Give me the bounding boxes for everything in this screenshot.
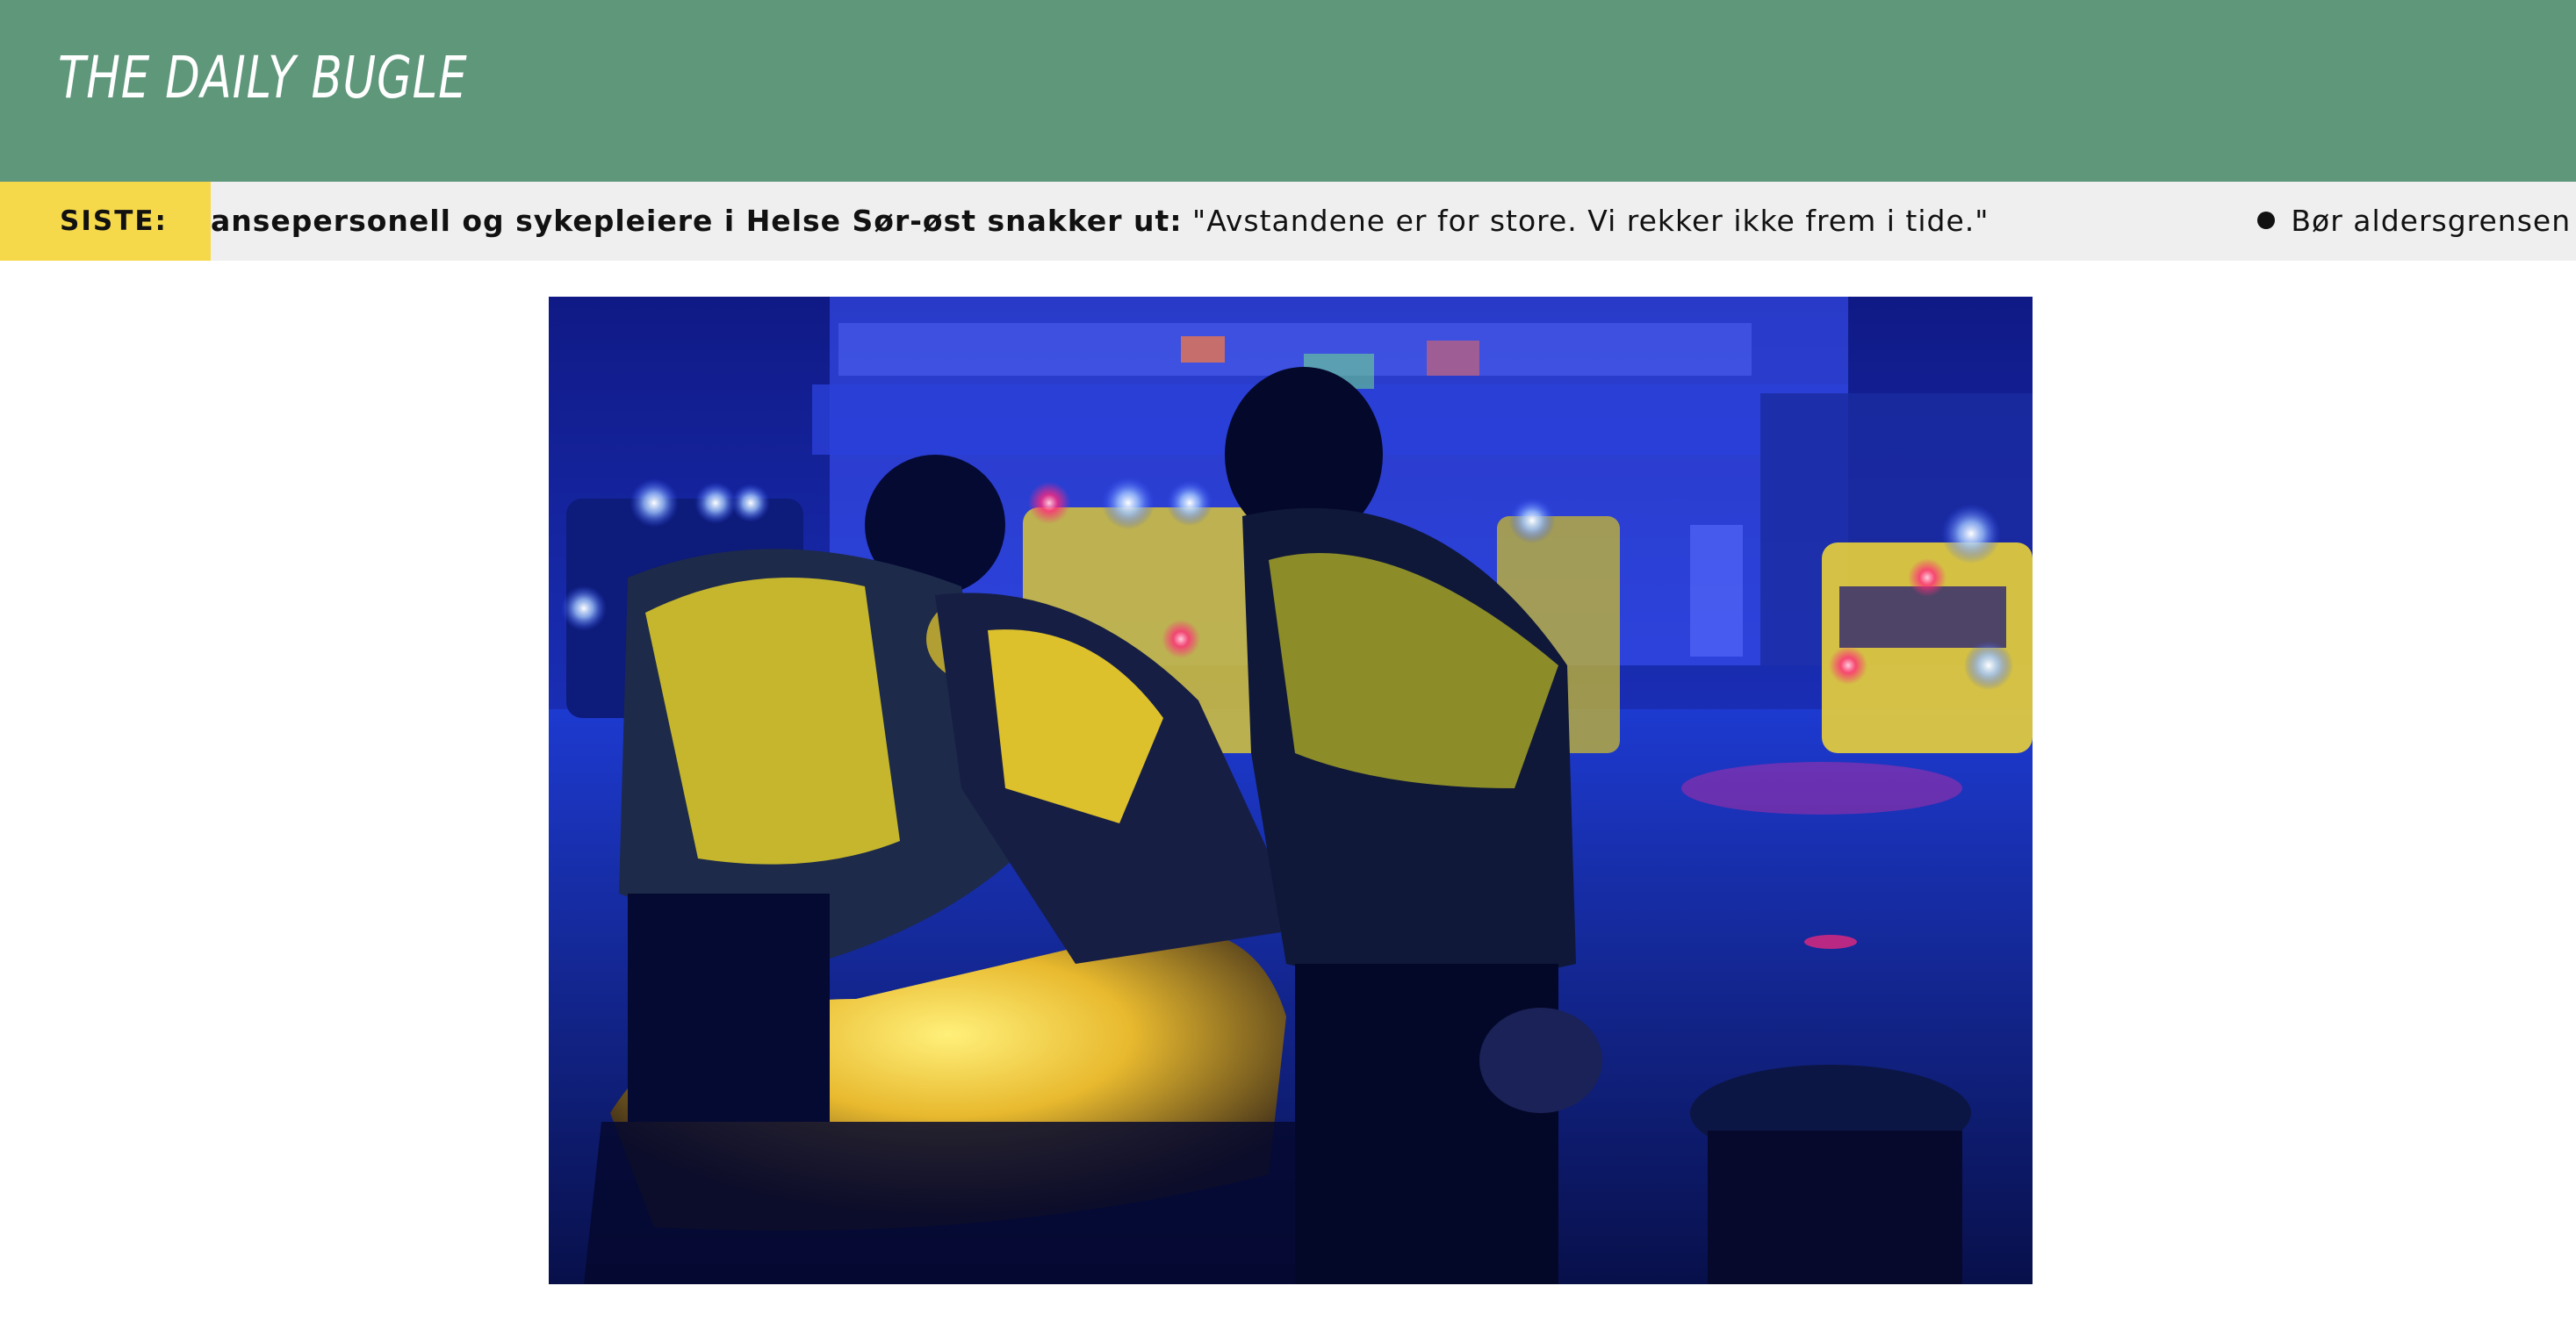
breaking-news-badge: SISTE: — [0, 182, 211, 261]
breaking-news-ticker: SISTE: anseperso­nell og sykepleiere i H… — [0, 182, 2576, 261]
site-logo-link[interactable]: THE DAILY BUGLE — [58, 44, 467, 111]
ticker-item-headline: anseperso­nell og sykepleiere i Helse Sø… — [211, 204, 1183, 238]
ticker-item[interactable]: anseperso­nell og sykepleiere i Helse Sø… — [211, 182, 1989, 261]
hero-photo-illustration — [549, 297, 2033, 1284]
site-header: THE DAILY BUGLE — [0, 0, 2576, 182]
ticker-item-quote: "Avstandene er for store. Vi rekker ikke… — [1182, 204, 1990, 238]
breaking-news-badge-label: SISTE: — [60, 205, 168, 237]
hero-photo — [549, 297, 2033, 1284]
ticker-item-quote: Bør aldersgrensen på le — [2291, 204, 2576, 238]
bullet-icon — [2257, 211, 2276, 229]
ticker-track: anseperso­nell og sykepleiere i Helse Sø… — [211, 182, 2576, 261]
page: THE DAILY BUGLE SISTE: anseperso­nell og… — [0, 0, 2576, 1336]
ticker-item[interactable]: Bør aldersgrensen på le — [2257, 182, 2576, 261]
